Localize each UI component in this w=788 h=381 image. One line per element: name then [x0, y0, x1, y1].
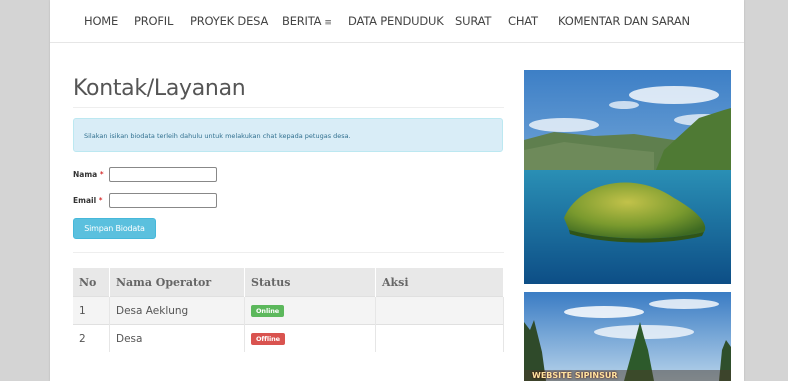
lake-island-photo — [524, 70, 731, 284]
website-banner-photo: WEBSITE SIPINSUR — [524, 292, 731, 381]
status-badge: Online — [251, 305, 285, 317]
nav-berita[interactable]: BERITA ≡ — [282, 14, 332, 28]
nav-berita-label: BERITA — [282, 14, 322, 28]
nav-profil[interactable]: PROFIL — [134, 14, 173, 28]
row-aksi — [375, 324, 504, 352]
row-status: Online — [244, 296, 376, 325]
page-container: HOME PROFIL PROYEK DESA BERITA ≡ DATA PEN… — [50, 0, 744, 381]
form-divider — [73, 252, 504, 253]
row-no: 1 — [73, 296, 110, 325]
nav-surat[interactable]: SURAT — [455, 14, 491, 28]
menu-dropdown-icon: ≡ — [324, 18, 332, 28]
col-status: Status — [244, 268, 376, 297]
nav-data-penduduk[interactable]: DATA PENDUDUK — [348, 14, 444, 28]
row-no: 2 — [73, 324, 110, 352]
info-alert: Silakan isikan biodata terleih dahulu un… — [73, 118, 503, 152]
nav-chat[interactable]: CHAT — [508, 14, 538, 28]
col-nama-operator: Nama Operator — [109, 268, 245, 297]
col-no: No — [73, 268, 110, 297]
title-divider — [73, 107, 504, 108]
email-label: Email * — [73, 196, 103, 205]
nav-proyek-desa[interactable]: PROYEK DESA — [190, 14, 268, 28]
table-header-row: No Nama Operator Status Aksi — [73, 268, 504, 297]
name-label: Nama * — [73, 170, 104, 179]
row-aksi — [375, 296, 504, 325]
row-operator-name: Desa — [109, 324, 245, 352]
save-biodata-button[interactable]: Simpan Biodata — [73, 218, 156, 239]
navbar: HOME PROFIL PROYEK DESA BERITA ≡ DATA PEN… — [50, 0, 744, 43]
operator-table: No Nama Operator Status Aksi 1 Desa Aekl… — [73, 268, 504, 352]
photo-caption: WEBSITE SIPINSUR — [532, 371, 618, 380]
email-input[interactable] — [109, 193, 217, 208]
table-row: 2 Desa Offline — [73, 324, 504, 352]
nav-komentar-dan-saran[interactable]: KOMENTAR DAN SARAN — [558, 14, 690, 28]
table-row: 1 Desa Aeklung Online — [73, 296, 504, 325]
nav-home[interactable]: HOME — [84, 14, 118, 28]
col-aksi: Aksi — [375, 268, 504, 297]
name-input[interactable] — [109, 167, 217, 182]
required-mark: * — [98, 196, 103, 205]
email-label-text: Email — [73, 196, 97, 205]
name-label-text: Nama — [73, 170, 98, 179]
page-title: Kontak/Layanan — [73, 76, 246, 101]
required-mark: * — [99, 170, 104, 179]
status-badge: Offline — [251, 333, 285, 345]
row-operator-name: Desa Aeklung — [109, 296, 245, 325]
row-status: Offline — [244, 324, 376, 352]
